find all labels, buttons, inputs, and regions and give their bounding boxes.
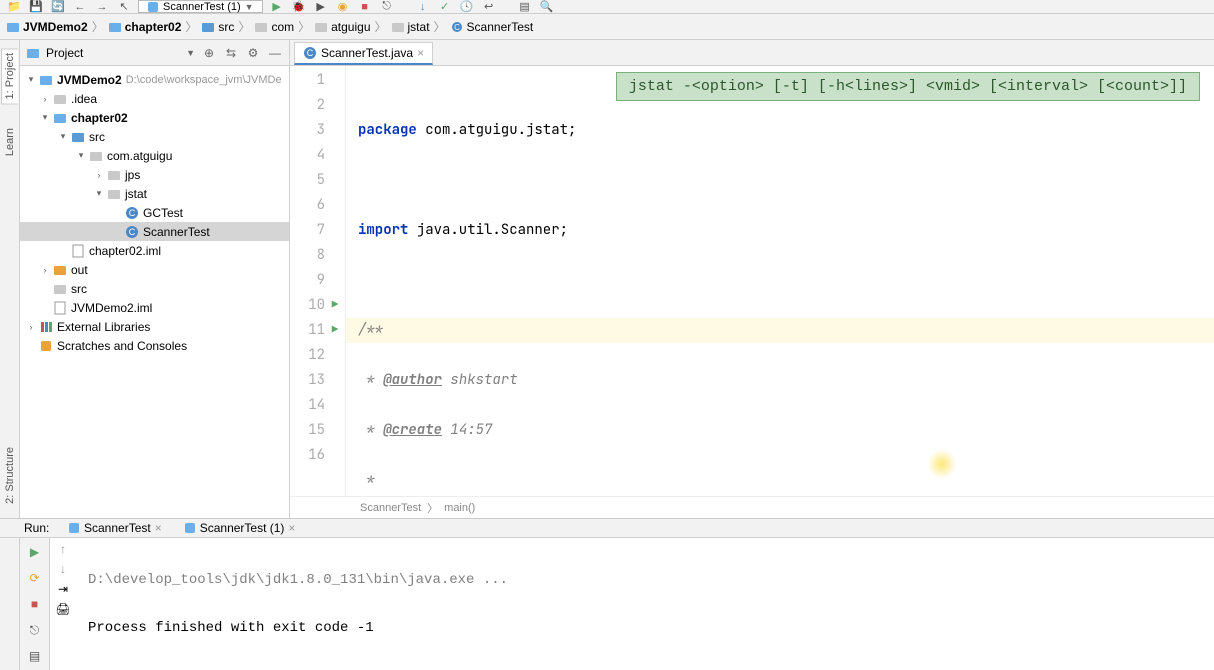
target-icon[interactable]: ⊕ [201, 45, 217, 61]
tree-item-chapter02[interactable]: ▾chapter02 [20, 108, 289, 127]
tree-item-jstat[interactable]: ▾jstat [20, 184, 289, 203]
run-line-icon[interactable]: ▶ [327, 293, 343, 318]
run-controls-2: ↑ ↓ ⇥ 🖨 [50, 538, 76, 670]
forward-icon[interactable]: → [94, 0, 110, 14]
chevron-down-icon: ▼ [245, 2, 254, 12]
git-history-icon[interactable]: 🕓 [459, 0, 475, 14]
back-icon[interactable]: ← [72, 0, 88, 14]
gear-icon[interactable]: ⚙ [245, 45, 261, 61]
pointer-icon[interactable]: ↖ [116, 0, 132, 14]
breadcrumb-item[interactable]: com [254, 20, 294, 34]
crumb-method[interactable]: main() [444, 502, 475, 514]
git-update-icon[interactable]: ↓ [415, 0, 431, 14]
hide-icon[interactable]: — [267, 45, 283, 61]
git-commit-icon[interactable]: ✓ [437, 0, 453, 14]
run-icon[interactable]: ▶ [269, 0, 285, 14]
code-crumb-bar: ScannerTest 〉 main() [290, 496, 1214, 518]
breadcrumb-item[interactable]: jstat [391, 20, 430, 34]
breadcrumb-item[interactable]: src [201, 20, 234, 34]
svg-text:C: C [129, 208, 136, 218]
crumb-class[interactable]: ScannerTest [360, 502, 421, 514]
learn-tab[interactable]: Learn [2, 124, 18, 160]
tree-item-scannertest[interactable]: CScannerTest [20, 222, 289, 241]
editor-tabs: C ScannerTest.java × [290, 40, 1214, 66]
editor-tab[interactable]: C ScannerTest.java × [294, 42, 433, 65]
exit-icon[interactable]: ⎋ [25, 620, 45, 640]
hint-tooltip: jstat -<option> [-t] [-h<lines>] <vmid> … [616, 72, 1200, 101]
rerun-failed-icon[interactable]: ⟳ [25, 568, 45, 588]
wrap-icon[interactable]: ⇥ [58, 582, 68, 596]
svg-text:C: C [129, 227, 136, 237]
coverage-icon[interactable]: ▶ [313, 0, 329, 14]
structure-icon[interactable]: ▤ [517, 0, 533, 14]
run-panel: Run: ScannerTest× ScannerTest (1)× ▶ ⟳ ■… [0, 518, 1214, 658]
run-config-dropdown[interactable]: ScannerTest (1) ▼ [138, 0, 263, 13]
tree-scratches[interactable]: Scratches and Consoles [20, 336, 289, 355]
collapse-icon[interactable]: ⇆ [223, 45, 239, 61]
run-config-label: ScannerTest (1) [163, 1, 241, 13]
breadcrumb-item[interactable]: atguigu [314, 20, 370, 34]
tree-item-chapter02-iml[interactable]: chapter02.iml [20, 241, 289, 260]
close-tab-icon[interactable]: × [417, 46, 424, 60]
tree-item-jvmdemo2-iml[interactable]: JVMDemo2.iml [20, 298, 289, 317]
close-icon[interactable]: × [155, 521, 162, 535]
console-cmd: D:\develop_tools\jdk\jdk1.8.0_131\bin\ja… [88, 572, 508, 588]
project-tab[interactable]: 1: Project [1, 48, 18, 104]
rerun-icon[interactable]: ▶ [25, 542, 45, 562]
run-tab[interactable]: ScannerTest (1)× [176, 519, 304, 537]
console-output[interactable]: D:\develop_tools\jdk\jdk1.8.0_131\bin\ja… [76, 538, 1214, 670]
project-panel: Project ▼ ⊕ ⇆ ⚙ — ▾ JVMDemo2 D:\code\wor… [20, 40, 290, 518]
debug-icon[interactable]: 🐞 [291, 0, 307, 14]
svg-text:C: C [307, 48, 314, 58]
run-line-icon[interactable]: ▶ [327, 318, 343, 343]
stop-icon[interactable]: ■ [357, 0, 373, 14]
print-icon[interactable]: 🖨 [55, 602, 70, 616]
tree-item-gctest[interactable]: CGCTest [20, 203, 289, 222]
tree-item-jps[interactable]: ›jps [20, 165, 289, 184]
project-tree[interactable]: ▾ JVMDemo2 D:\code\workspace_jvm\JVMDe ›… [20, 66, 289, 518]
run-tab[interactable]: ScannerTest× [60, 519, 170, 537]
breadcrumb-item[interactable]: chapter02 [108, 20, 182, 34]
svg-text:C: C [454, 23, 460, 32]
code-text[interactable]: package com.atguigu.jstat; import java.u… [346, 66, 1214, 496]
project-title: Project [46, 46, 180, 60]
tree-item-out[interactable]: ›out [20, 260, 289, 279]
tree-item-src2[interactable]: src [20, 279, 289, 298]
layout-icon[interactable]: ▤ [25, 646, 45, 666]
run-label: Run: [24, 521, 49, 535]
breadcrumb-item[interactable]: JVMDemo2 [6, 20, 88, 34]
code-editor[interactable]: 1234 5678 9101112 13141516 ▶ ▶ package c… [290, 66, 1214, 496]
run-controls: ▶ ⟳ ■ ⎋ ▤ [20, 538, 50, 670]
breadcrumb-item[interactable]: CScannerTest [450, 20, 534, 34]
run-left-tabs [0, 538, 20, 670]
editor-tab-label: ScannerTest.java [321, 46, 413, 60]
tree-item-idea[interactable]: ›.idea [20, 89, 289, 108]
attach-icon[interactable]: ⎋ [379, 0, 395, 14]
project-header: Project ▼ ⊕ ⇆ ⚙ — [20, 40, 289, 66]
run-header: Run: ScannerTest× ScannerTest (1)× [0, 519, 1214, 538]
chevron-down-icon[interactable]: ▼ [186, 48, 195, 58]
up-icon[interactable]: ↑ [60, 542, 66, 556]
structure-tab[interactable]: 2: Structure [2, 443, 18, 508]
breadcrumb: JVMDemo2 〉 chapter02 〉 src 〉 com 〉 atgui… [0, 14, 1214, 40]
save-icon[interactable]: 💾 [28, 0, 44, 14]
gutter: 1234 5678 9101112 13141516 ▶ ▶ [290, 66, 346, 496]
tree-project-root[interactable]: ▾ JVMDemo2 D:\code\workspace_jvm\JVMDe [20, 70, 289, 89]
main-toolbar: 📁 💾 🔄 ← → ↖ ScannerTest (1) ▼ ▶ 🐞 ▶ ◉ ■ … [0, 0, 1214, 14]
refresh-icon[interactable]: 🔄 [50, 0, 66, 14]
tree-item-com-atguigu[interactable]: ▾com.atguigu [20, 146, 289, 165]
search-icon[interactable]: 🔍 [539, 0, 555, 14]
tree-item-src[interactable]: ▾src [20, 127, 289, 146]
down-icon[interactable]: ↓ [60, 562, 66, 576]
git-rollback-icon[interactable]: ↩ [481, 0, 497, 14]
stop-icon[interactable]: ■ [25, 594, 45, 614]
tree-external-libraries[interactable]: ›External Libraries [20, 317, 289, 336]
project-icon [26, 46, 40, 60]
left-tool-tabs: 1: Project Learn 2: Structure [0, 40, 20, 518]
console-result: Process finished with exit code -1 [88, 620, 374, 636]
editor-area: C ScannerTest.java × 1234 5678 9101112 1… [290, 40, 1214, 518]
profile-icon[interactable]: ◉ [335, 0, 351, 14]
open-icon[interactable]: 📁 [6, 0, 22, 14]
close-icon[interactable]: × [288, 521, 295, 535]
